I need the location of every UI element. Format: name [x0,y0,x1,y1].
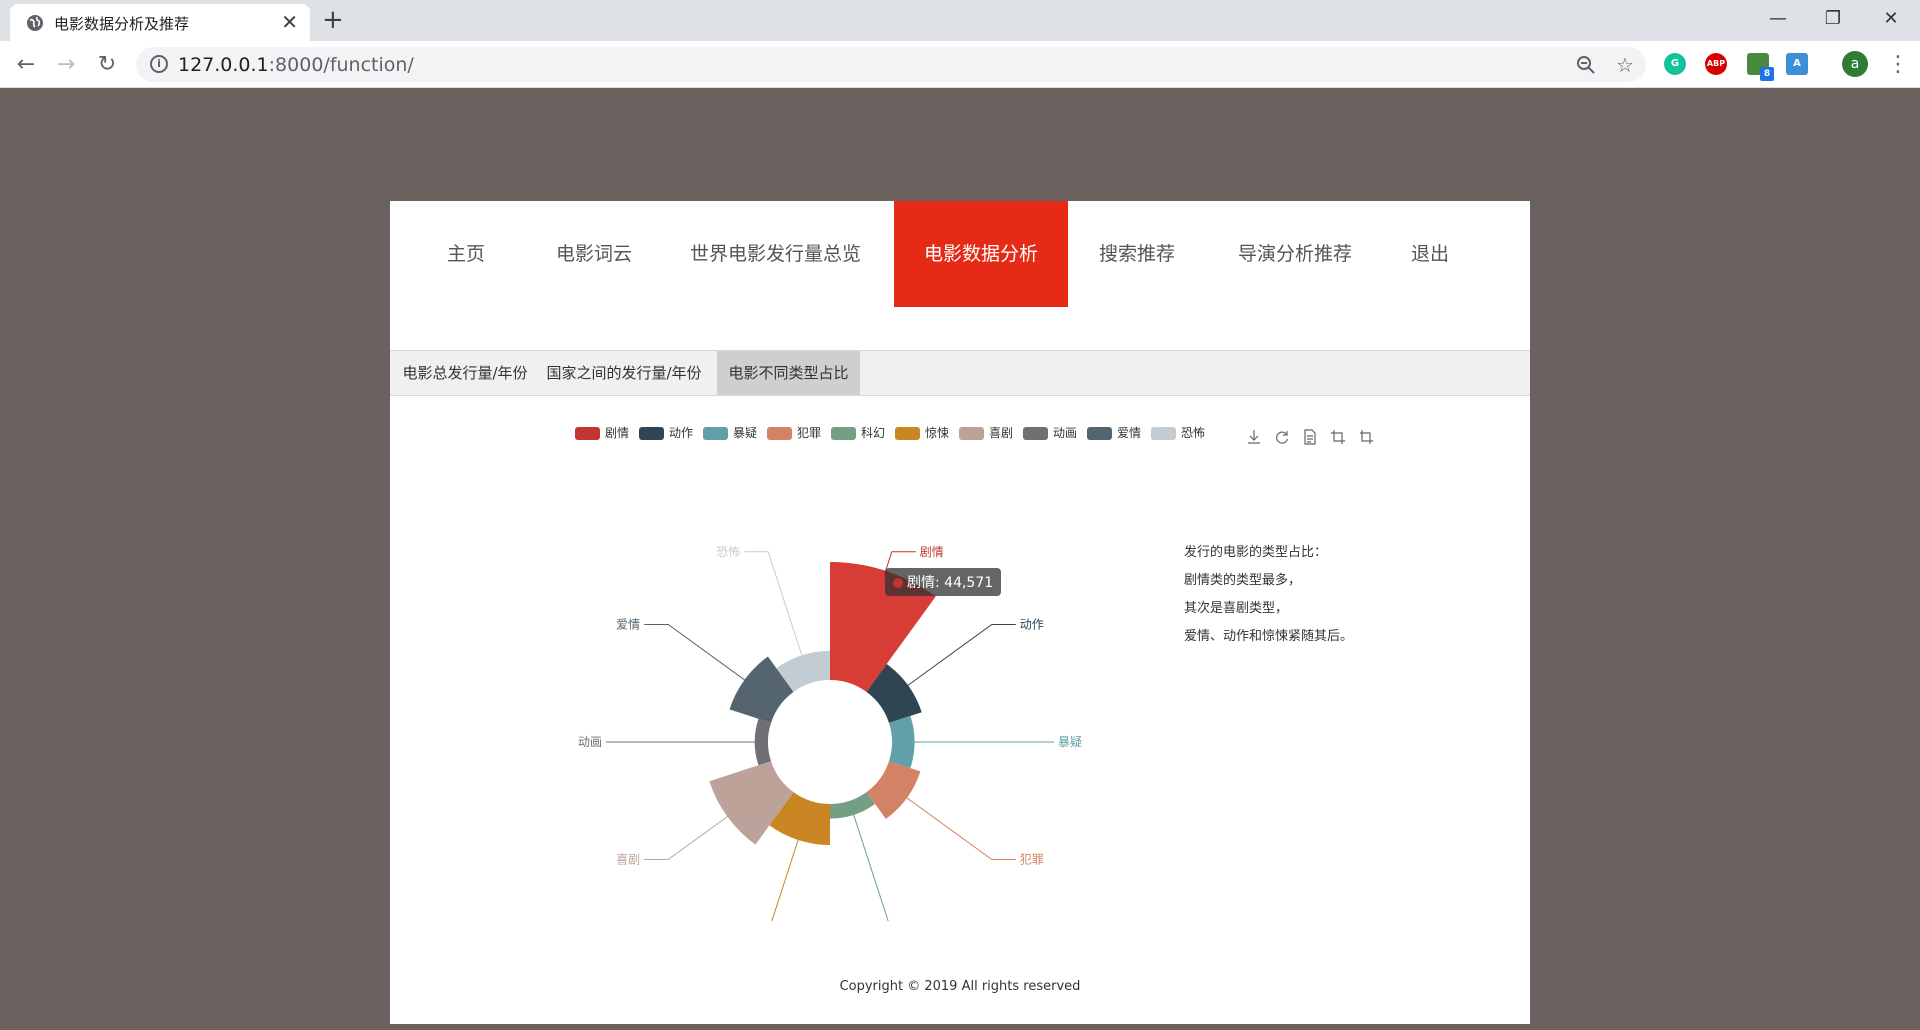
rose-slice[interactable] [866,761,921,819]
nav-item-search-recommend[interactable]: 搜索推荐 [1094,201,1180,307]
legend-swatch [575,427,600,440]
legend-swatch [831,427,856,440]
legend-swatch [1151,427,1176,440]
back-button[interactable]: ← [12,51,40,79]
site-info-icon[interactable]: i [150,55,168,73]
nav-item-world-overview[interactable]: 世界电影发行量总览 [690,201,861,307]
slice-label: 恐怖 [716,544,740,559]
nav-item-wordcloud[interactable]: 电影词云 [554,201,634,307]
nav-item-home[interactable]: 主页 [438,201,494,307]
label-line [900,792,1016,861]
legend-label: 惊悚 [925,426,950,440]
main-navigation: 主页 电影词云 世界电影发行量总览 电影数据分析 搜索推荐 导演分析推荐 退出 [390,201,1530,307]
legend-swatch [767,427,792,440]
rose-slice[interactable] [830,792,876,819]
tab-close-icon[interactable]: ✕ [281,10,298,34]
minimize-button[interactable]: — [1758,4,1798,34]
genre-rose-chart: 剧情动作暴疑犯罪科幻惊悚喜剧动画爱情恐怖 [578,544,1082,921]
footer-copyright: Copyright © 2019 All rights reserved [839,979,1081,994]
label-line [644,811,735,861]
tab-title: 电影数据分析及推荐 [54,15,190,33]
label-line [850,807,889,921]
slice-label: 爱情 [616,617,640,631]
slice-label: 犯罪 [1020,853,1044,867]
new-tab-button[interactable]: + [322,6,344,34]
download-icon[interactable] [1245,429,1263,447]
window-close-button[interactable]: ✕ [1871,4,1911,34]
subnav-genre-share[interactable]: 电影不同类型占比 [717,351,860,395]
address-bar[interactable]: i 127.0.0.1:8000/function/ ☆ [136,47,1646,82]
adblock-extension-icon[interactable]: ABP [1705,53,1727,75]
grammarly-extension-icon[interactable]: G [1664,53,1686,75]
browser-tab[interactable]: 电影数据分析及推荐 ✕ [10,4,310,41]
slice-label: 动画 [578,735,602,749]
legend-swatch [1087,427,1112,440]
description-line: 发行的电影的类型占比： [1184,545,1328,560]
tooltip-text: 剧情: 44,571 [907,575,994,591]
description-line: 爱情、动作和惊悚紧随其后。 [1184,629,1354,644]
legend-label: 恐怖 [1181,426,1206,440]
legend-label: 动作 [669,426,694,440]
browser-toolbar: ← → ↻ i 127.0.0.1:8000/function/ ☆ G ABP… [0,41,1920,88]
forward-button[interactable]: → [52,51,80,79]
legend-swatch [959,427,984,440]
slice-label: 剧情 [920,545,944,559]
nav-item-data-analysis[interactable]: 电影数据分析 [894,201,1068,307]
zoom-icon[interactable] [1576,55,1596,78]
legend-label: 暴疑 [733,426,758,440]
nav-item-logout[interactable]: 退出 [1410,201,1450,307]
legend-swatch [895,427,920,440]
legend-label: 动画 [1053,426,1078,440]
data-view-icon[interactable] [1301,429,1319,447]
analysis-description: 发行的电影的类型占比： 剧情类的类型最多， 其次是喜剧类型， 爱情、动作和惊悚紧… [1184,539,1484,651]
translate-extension-icon[interactable]: A [1786,53,1808,75]
crop-icon[interactable] [1329,429,1347,447]
legend-label: 犯罪 [797,426,822,440]
sub-navigation: 电影总发行量/年份 国家之间的发行量/年份 电影不同类型占比 [390,350,1530,396]
slice-label: 暴疑 [1058,734,1082,749]
legend-swatch [703,427,728,440]
slice-label: 喜剧 [616,853,640,867]
tooltip-dot [893,578,903,588]
label-line [644,623,752,685]
subnav-country-by-year[interactable]: 国家之间的发行量/年份 [540,351,708,395]
label-line [744,551,805,664]
subnav-total-by-year[interactable]: 电影总发行量/年份 [390,351,540,395]
legend-label: 剧情 [605,426,630,440]
label-line [771,832,802,921]
browser-menu-icon[interactable]: ⋮ [1884,51,1912,79]
bookmark-star-icon[interactable]: ☆ [1616,55,1634,75]
restore-button[interactable]: ❐ [1813,4,1853,34]
extension-badge: 8 [1760,67,1774,81]
chart-tooltip: 剧情: 44,571 [885,568,1002,596]
description-line: 剧情类的类型最多， [1184,573,1302,588]
nav-item-director-analysis[interactable]: 导演分析推荐 [1230,201,1360,307]
restore-crop-icon[interactable] [1357,429,1375,447]
refresh-icon[interactable] [1273,429,1291,447]
legend-swatch [1023,427,1048,440]
globe-icon [27,15,43,31]
legend-label: 爱情 [1117,426,1142,440]
browser-tab-strip: 电影数据分析及推荐 ✕ + — ❐ ✕ [0,0,1920,41]
page-container: 主页 电影词云 世界电影发行量总览 电影数据分析 搜索推荐 导演分析推荐 退出 … [390,201,1530,1024]
legend-swatch [639,427,664,440]
profile-avatar[interactable]: a [1842,51,1868,77]
description-line: 其次是喜剧类型， [1184,601,1289,616]
label-line [901,623,1016,691]
legend-label: 科幻 [861,426,886,440]
reload-button[interactable]: ↻ [93,51,121,79]
url-text[interactable]: 127.0.0.1:8000/function/ [178,54,414,76]
legend-label: 喜剧 [989,426,1014,440]
slice-label: 动作 [1020,617,1044,631]
